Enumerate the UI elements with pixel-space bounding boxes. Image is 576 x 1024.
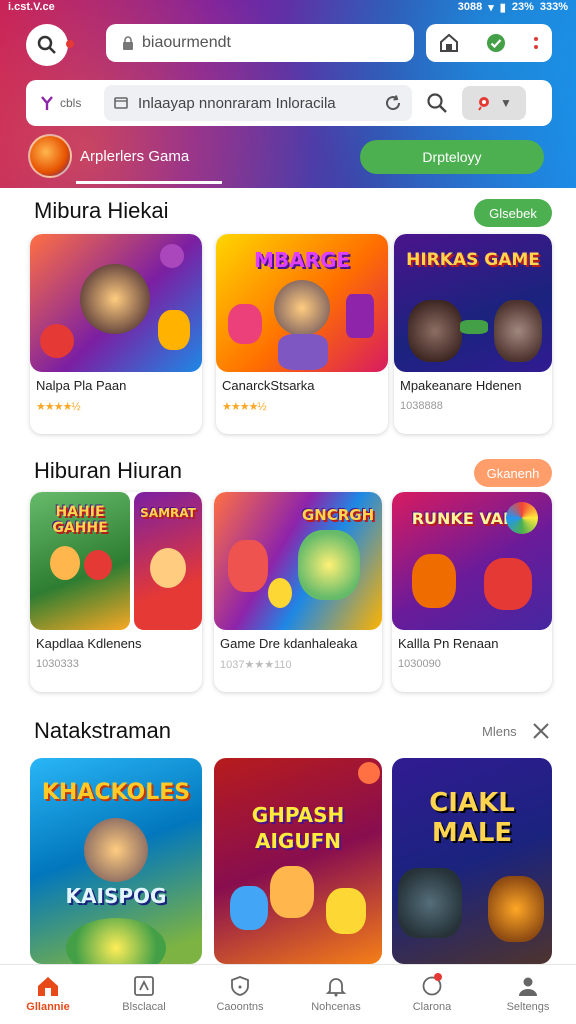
bottom-navigation: Gllannie Blsclacal Caoontns Nohcenas Cla… <box>0 964 576 1024</box>
game-thumbnail: RUNKE VAKIE <box>392 492 552 630</box>
lock-icon <box>123 36 133 50</box>
url-bar[interactable]: biaourmendt <box>106 24 414 62</box>
status-right-3: 333% <box>539 1 568 13</box>
status-bar: i.cst.V.ce 3088 ▾ ▮ 23% 333% <box>0 0 576 14</box>
app-logo-button[interactable] <box>26 24 74 66</box>
game-art-title: SAMRAT <box>140 506 196 520</box>
game-downloads: 1038888 <box>400 400 443 412</box>
nav-item-notifications[interactable]: Nohcenas <box>288 965 384 1024</box>
status-right-1: 3088 <box>457 1 483 13</box>
game-thumbnail <box>30 234 202 372</box>
category-action-button[interactable]: Drpteloyy <box>360 140 544 174</box>
tab-icon <box>114 97 128 109</box>
verified-icon[interactable] <box>485 32 507 54</box>
game-card[interactable]: GNCRGH Game Dre kdanhaleaka 1037★★★110 <box>214 492 382 692</box>
game-card[interactable]: MBARGE CanarckStsarka ★★★★½ <box>216 234 388 434</box>
game-name: Game Dre kdanhaleaka <box>220 636 358 651</box>
bell-icon <box>325 978 347 997</box>
chevron-down-icon: ▼ <box>500 96 512 110</box>
game-name: Nalpa Pla Paan <box>36 378 127 393</box>
voice-search-button[interactable]: ▼ <box>462 86 526 120</box>
game-thumbnail: SAMRAT <box>134 492 202 630</box>
more-vert-icon[interactable] <box>532 32 540 54</box>
notification-badge <box>433 973 442 981</box>
game-art-title: GHPASH AIGUFN <box>251 803 345 853</box>
nav-label: Nohcenas <box>311 1001 361 1013</box>
search-icon[interactable] <box>426 92 448 114</box>
nav-label: Caoontns <box>216 1001 264 1013</box>
game-art-title: MBARGE <box>253 248 351 272</box>
status-right-2: 23% <box>511 1 534 13</box>
game-art-subtitle: KAISPOG <box>65 884 167 908</box>
game-name: Mpakeanare Hdenen <box>400 378 522 393</box>
home-icon <box>38 977 58 996</box>
search-query: Inlaayap nnonraram Inloracila <box>138 94 336 112</box>
nav-item-clarona[interactable]: Clarona <box>384 965 480 1024</box>
nav-item-contents[interactable]: Caoontns <box>192 965 288 1024</box>
signal-icon: ▮ <box>499 1 506 14</box>
game-art-title: CIAKL MALE <box>429 788 515 848</box>
section3-title: Natakstraman <box>34 718 171 743</box>
section2-action-button[interactable]: Gkanenh <box>474 459 552 487</box>
game-thumbnail: MBARGE <box>216 234 388 372</box>
game-rating: 1037★★★110 <box>220 659 292 671</box>
game-thumbnail: GNCRGH <box>214 492 382 630</box>
mic-icon <box>478 97 490 111</box>
grid-icon <box>134 976 154 996</box>
game-art-title: KHACKOLES <box>41 780 191 805</box>
filter-tag[interactable]: cbls <box>26 95 100 111</box>
featured-game-card[interactable]: CIAKL MALE <box>392 758 552 964</box>
search-input[interactable]: Inlaayap nnonraram Inloracila <box>104 85 412 121</box>
shield-icon <box>231 976 249 996</box>
section3-more-link[interactable]: Mlens <box>482 724 517 739</box>
game-thumbnail: HIRKAS GAME <box>394 234 552 372</box>
url-text: biaourmendt <box>142 34 231 51</box>
nav-label: Blsclacal <box>122 1001 166 1013</box>
header-actions <box>426 24 552 62</box>
game-art-title: GNCRGH <box>301 506 375 524</box>
category-avatar[interactable] <box>28 134 72 178</box>
section1-title: Mibura Hiekai <box>34 198 169 223</box>
game-art-title: HIRKAS GAME <box>406 250 540 270</box>
category-tab-label[interactable]: Arplerlers Gama <box>80 148 189 165</box>
game-thumbnail: HAHIE GAHHE <box>30 492 130 630</box>
notification-dot <box>66 40 74 48</box>
close-icon[interactable] <box>532 722 550 740</box>
nav-item-settings[interactable]: Seltengs <box>480 965 576 1024</box>
game-card[interactable]: HAHIE GAHHE SAMRAT Kapdlaa Kdlenens 1030… <box>30 492 202 692</box>
game-name: Kallla Pn Renaan <box>398 636 499 651</box>
app-header: i.cst.V.ce 3088 ▾ ▮ 23% 333% biaourmendt <box>0 0 576 188</box>
game-rating: ★★★★½ <box>36 401 81 413</box>
game-rating: ★★★★½ <box>222 401 267 413</box>
featured-game-card[interactable]: GHPASH AIGUFN <box>214 758 382 964</box>
nav-item-home[interactable]: Gllannie <box>0 965 96 1024</box>
section2-title: Hiburan Hiuran <box>34 458 182 483</box>
game-name: CanarckStsarka <box>222 378 315 393</box>
game-downloads: 1030090 <box>398 658 441 670</box>
pin-icon <box>41 96 53 110</box>
game-card[interactable]: RUNKE VAKIE Kallla Pn Renaan 1030090 <box>392 492 552 692</box>
section1-action-button[interactable]: Glsebek <box>474 199 552 227</box>
wifi-icon: ▾ <box>488 1 494 14</box>
category-tab-indicator <box>76 181 222 184</box>
game-card[interactable]: Nalpa Pla Paan ★★★★½ <box>30 234 202 434</box>
status-left: i.cst.V.ce <box>8 1 55 13</box>
nav-label: Gllannie <box>26 1001 70 1013</box>
home-icon[interactable] <box>438 32 460 54</box>
nav-item-browse[interactable]: Blsclacal <box>96 965 192 1024</box>
game-art-title: HAHIE GAHHE <box>52 504 108 536</box>
refresh-icon[interactable] <box>384 94 402 112</box>
nav-label: Clarona <box>412 1001 452 1013</box>
nav-label: Seltengs <box>506 1001 550 1013</box>
search-row: cbls Inlaayap nnonraram Inloracila ▼ <box>26 80 552 126</box>
game-name: Kapdlaa Kdlenens <box>36 636 142 651</box>
person-icon <box>519 977 537 996</box>
featured-game-card[interactable]: KHACKOLES KAISPOG <box>30 758 202 964</box>
game-downloads: 1030333 <box>36 658 79 670</box>
game-card[interactable]: HIRKAS GAME Mpakeanare Hdenen 1038888 <box>394 234 552 434</box>
search-logo-icon <box>37 35 56 54</box>
filter-tag-label: cbls <box>60 96 82 110</box>
